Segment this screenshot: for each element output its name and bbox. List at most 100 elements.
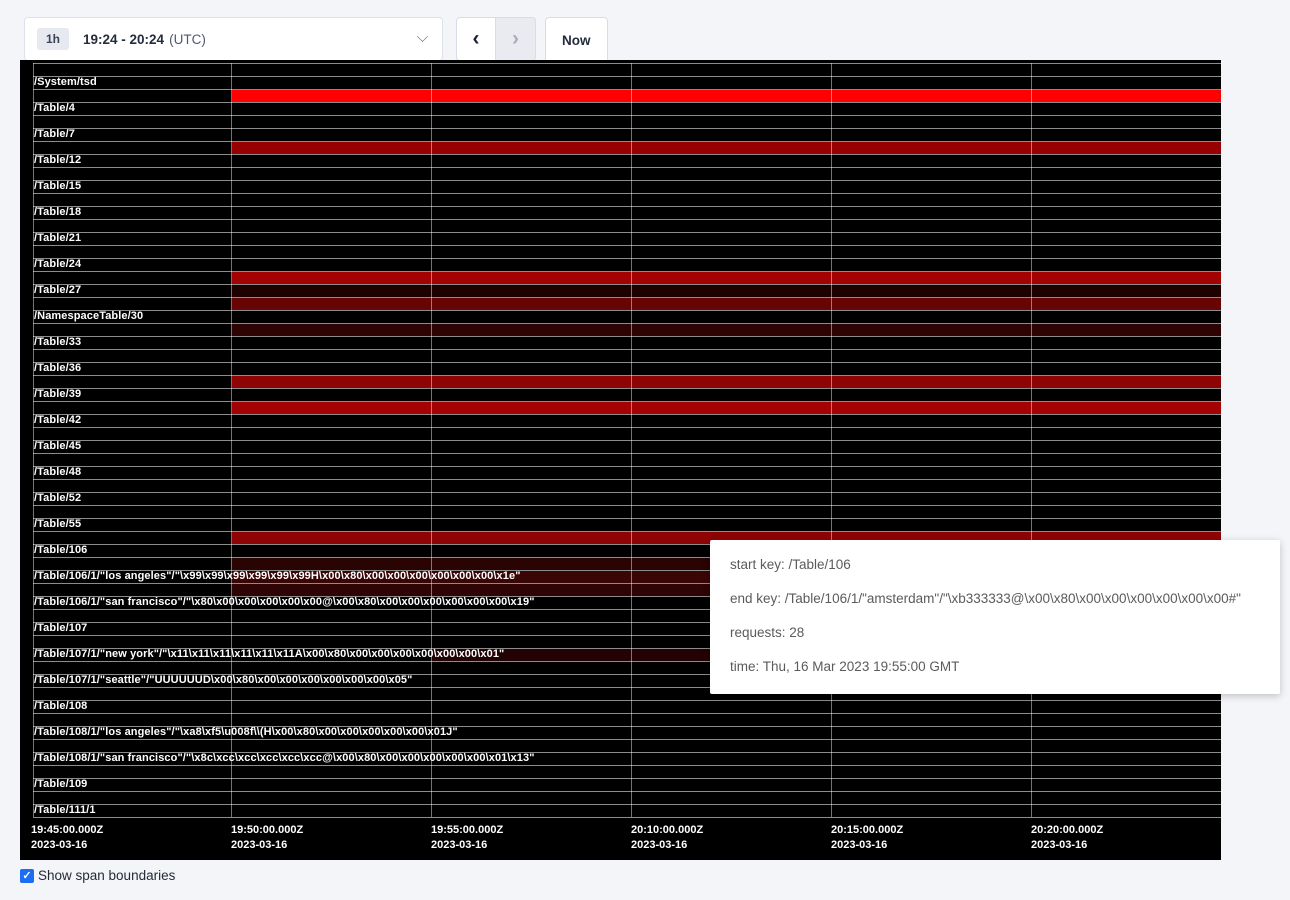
grid-line-h (33, 102, 1221, 103)
key-label: /Table/106/1/"los angeles"/"\x99\x99\x99… (34, 570, 521, 583)
time-range-selector[interactable]: 1h 19:24 - 20:24 (UTC) (24, 17, 443, 61)
key-label: /Table/36 (34, 362, 81, 375)
key-label: /Table/48 (34, 466, 81, 479)
grid-line-h (33, 349, 1221, 350)
grid-line-h (33, 193, 1221, 194)
x-axis-tick: 20:20:00.000Z2023-03-16 (1031, 823, 1103, 853)
footer: ✓ Show span boundaries (20, 868, 175, 883)
heat-band (232, 376, 1221, 388)
grid-line-h (33, 739, 1221, 740)
tooltip-end-key: end key: /Table/106/1/"amsterdam"/"\xb33… (730, 589, 1260, 609)
key-label: /Table/45 (34, 440, 81, 453)
grid-line-h (33, 466, 1221, 467)
grid-line-h (33, 531, 1221, 532)
grid-line-h (33, 414, 1221, 415)
grid-line-h (33, 440, 1221, 441)
tooltip-requests: requests: 28 (730, 623, 1260, 643)
grid-line-h (33, 700, 1221, 701)
grid-line-h (33, 115, 1221, 116)
grid-line-h (33, 713, 1221, 714)
x-axis-tick: 20:15:00.000Z2023-03-16 (831, 823, 903, 853)
key-label: /Table/106 (34, 544, 87, 557)
chevron-left-icon: ‹ (473, 27, 480, 51)
key-label: /NamespaceTable/30 (34, 310, 143, 323)
grid-line-h (33, 219, 1221, 220)
grid-line-v (831, 63, 832, 817)
chevron-down-icon (417, 31, 428, 42)
grid-line-h (33, 336, 1221, 337)
grid-line-h (33, 284, 1221, 285)
grid-line-h (33, 427, 1221, 428)
key-label: /Table/12 (34, 154, 81, 167)
grid-line-h (33, 518, 1221, 519)
grid-line-h (33, 505, 1221, 506)
grid-line-h (33, 141, 1221, 142)
grid-line-h (33, 778, 1221, 779)
cell-tooltip: start key: /Table/106 end key: /Table/10… (710, 540, 1280, 694)
range-text: 19:24 - 20:24 (83, 32, 164, 47)
heat-band (232, 298, 1221, 310)
tooltip-start-key: start key: /Table/106 (730, 555, 1260, 575)
toolbar: 1h 19:24 - 20:24 (UTC) ‹ › Now (0, 0, 1290, 60)
grid-line-h (33, 206, 1221, 207)
now-button-label: Now (562, 33, 591, 48)
time-nav-group: ‹ › (456, 17, 536, 61)
heat-band (232, 324, 1221, 336)
x-axis-tick: 20:10:00.000Z2023-03-16 (631, 823, 703, 853)
range-duration-badge: 1h (37, 28, 69, 50)
key-label: /Table/15 (34, 180, 81, 193)
key-label: /Table/55 (34, 518, 81, 531)
show-span-boundaries-checkbox[interactable]: ✓ (20, 869, 34, 883)
key-label: /Table/4 (34, 102, 75, 115)
key-label: /Table/108/1/"los angeles"/"\xa8\xf5\u00… (34, 726, 458, 739)
key-label: /Table/106/1/"san francisco"/"\x80\x00\x… (34, 596, 535, 609)
grid-line-v (631, 63, 632, 817)
tooltip-time: time: Thu, 16 Mar 2023 19:55:00 GMT (730, 657, 1260, 677)
next-time-button[interactable]: › (496, 17, 536, 61)
heat-band (232, 402, 1221, 414)
grid-line-h (33, 401, 1221, 402)
grid-line-v (1031, 63, 1032, 817)
key-label: /Table/107/1/"new york"/"\x11\x11\x11\x1… (34, 648, 504, 661)
grid-line-h (33, 89, 1221, 90)
key-label: /Table/21 (34, 232, 81, 245)
heat-band (232, 272, 1221, 284)
prev-time-button[interactable]: ‹ (456, 17, 496, 61)
chevron-right-icon: › (512, 27, 519, 51)
grid-line-h (33, 245, 1221, 246)
grid-line-h (33, 375, 1221, 376)
heat-band (232, 90, 1221, 102)
grid-line-h (33, 453, 1221, 454)
grid-line-h (33, 323, 1221, 324)
grid-line-h (33, 388, 1221, 389)
key-label: /Table/107 (34, 622, 87, 635)
key-label: /Table/24 (34, 258, 81, 271)
key-label: /Table/33 (34, 336, 81, 349)
key-label: /Table/18 (34, 206, 81, 219)
key-visualizer-canvas[interactable]: /System/tsd/Table/4/Table/7/Table/12/Tab… (20, 60, 1221, 860)
grid-line-h (33, 258, 1221, 259)
key-label: /Table/111/1 (34, 804, 96, 817)
key-label: /Table/109 (34, 778, 87, 791)
x-axis-tick: 19:55:00.000Z2023-03-16 (431, 823, 503, 853)
key-label: /Table/27 (34, 284, 81, 297)
key-label: /Table/39 (34, 388, 81, 401)
grid-line-h (33, 271, 1221, 272)
now-button[interactable]: Now (545, 17, 608, 63)
key-label: /System/tsd (34, 76, 97, 89)
key-label: /Table/42 (34, 414, 81, 427)
range-timezone: (UTC) (169, 32, 206, 47)
key-label: /Table/107/1/"seattle"/"UUUUUUD\x00\x80\… (34, 674, 412, 687)
heat-band (232, 142, 1221, 154)
grid-line-h (33, 817, 1221, 818)
heat-band (232, 285, 1221, 297)
grid-line-h (33, 63, 1221, 64)
key-label: /Table/52 (34, 492, 81, 505)
grid-line-h (33, 791, 1221, 792)
x-axis-tick: 19:50:00.000Z2023-03-16 (231, 823, 303, 853)
show-span-boundaries-label: Show span boundaries (38, 868, 175, 883)
grid-line-h (33, 362, 1221, 363)
grid-line-h (33, 310, 1221, 311)
grid-line-h (33, 154, 1221, 155)
grid-line-h (33, 128, 1221, 129)
